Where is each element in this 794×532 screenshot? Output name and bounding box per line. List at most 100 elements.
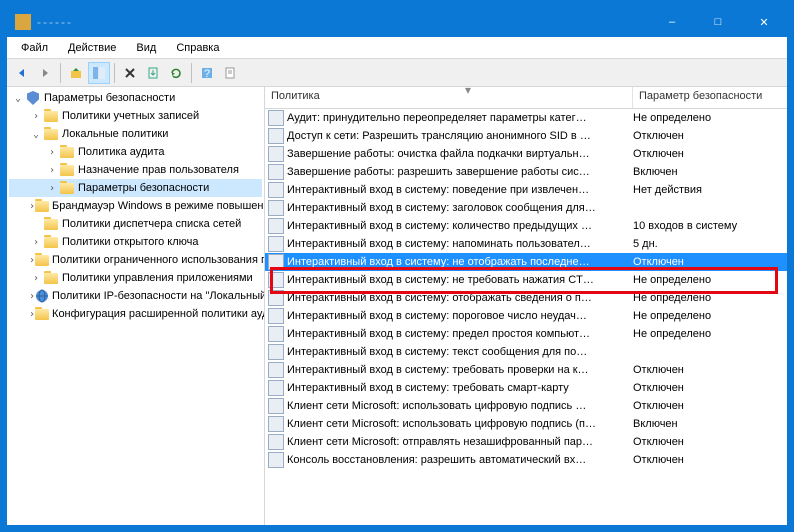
policy-icon [268, 272, 284, 288]
app-window: ------ – □ ✕ Файл Действие Вид Справка ?… [6, 6, 788, 526]
policy-value: 5 дн. [633, 238, 785, 250]
policy-icon [268, 218, 284, 234]
policy-value: Не определено [633, 328, 785, 340]
policy-value: Включен [633, 418, 785, 430]
policy-label: Доступ к сети: Разрешить трансляцию анон… [287, 130, 633, 142]
policy-value: 10 входов в систему [633, 220, 785, 232]
policy-row[interactable]: Клиент сети Microsoft: отправлять незаши… [265, 433, 787, 451]
minimize-button[interactable]: – [649, 7, 695, 37]
tree-item[interactable]: ›Политики открытого ключа [9, 233, 262, 251]
menu-action[interactable]: Действие [58, 39, 126, 57]
policy-label: Интерактивный вход в систему: пороговое … [287, 310, 633, 322]
policy-row[interactable]: Интерактивный вход в систему: отображать… [265, 289, 787, 307]
policy-icon [268, 380, 284, 396]
tree-item[interactable]: ›Назначение прав пользователя [9, 161, 262, 179]
policy-row[interactable]: Клиент сети Microsoft: использовать цифр… [265, 397, 787, 415]
folder-icon [35, 255, 49, 266]
policy-value: Отключен [633, 400, 785, 412]
policy-row[interactable]: Доступ к сети: Разрешить трансляцию анон… [265, 127, 787, 145]
export-button[interactable] [142, 62, 164, 84]
policy-row[interactable]: Консоль восстановления: разрешить автома… [265, 451, 787, 469]
menu-view[interactable]: Вид [126, 39, 166, 57]
forward-button[interactable] [34, 62, 56, 84]
policy-icon [268, 236, 284, 252]
folder-icon [35, 309, 49, 320]
policy-label: Интерактивный вход в систему: количество… [287, 220, 633, 232]
policy-value: Включен [633, 166, 785, 178]
up-button[interactable] [65, 62, 87, 84]
list-body[interactable]: Аудит: принудительно переопределяет пара… [265, 109, 787, 525]
policy-icon [268, 398, 284, 414]
policy-row[interactable]: Завершение работы: разрешить завершение … [265, 163, 787, 181]
policy-label: Интерактивный вход в систему: требовать … [287, 364, 633, 376]
tree-panel[interactable]: ⌄ Параметры безопасности ›Политики учетн… [7, 87, 265, 525]
tree-item[interactable]: ⌄Локальные политики [9, 125, 262, 143]
maximize-button[interactable]: □ [695, 7, 741, 37]
drag-indicator-icon: ▾ [465, 87, 471, 97]
policy-row[interactable]: Аудит: принудительно переопределяет пара… [265, 109, 787, 127]
policy-label: Завершение работы: очистка файла подкачк… [287, 148, 633, 160]
policy-label: Интерактивный вход в систему: предел про… [287, 328, 633, 340]
col-policy[interactable]: Политика [265, 87, 633, 108]
policy-row[interactable]: Интерактивный вход в систему: заголовок … [265, 199, 787, 217]
tree-root[interactable]: ⌄ Параметры безопасности [9, 89, 262, 107]
policy-icon [268, 164, 284, 180]
policy-row[interactable]: Интерактивный вход в систему: напоминать… [265, 235, 787, 253]
policy-row[interactable]: Интерактивный вход в систему: не отображ… [265, 253, 787, 271]
policy-label: Интерактивный вход в систему: напоминать… [287, 238, 633, 250]
tree-label: Политики открытого ключа [62, 236, 198, 248]
list-header: ▾ Политика Параметр безопасности [265, 87, 787, 109]
delete-button[interactable] [119, 62, 141, 84]
tree-label: Брандмауэр Windows в режиме повышенной б… [52, 200, 265, 212]
policy-row[interactable]: Интерактивный вход в систему: текст сооб… [265, 343, 787, 361]
tree-item[interactable]: ›Параметры безопасности [9, 179, 262, 197]
tree-label: Политики диспетчера списка сетей [62, 218, 241, 230]
menu-help[interactable]: Справка [166, 39, 229, 57]
policy-label: Клиент сети Microsoft: отправлять незаши… [287, 436, 633, 448]
tree-item[interactable]: ›Политики IP-безопасности на "Локальный … [9, 287, 262, 305]
policy-value: Не определено [633, 292, 785, 304]
tree-label: Политики ограниченного использования про… [52, 254, 265, 266]
policy-row[interactable]: Интерактивный вход в систему: требовать … [265, 361, 787, 379]
policy-icon [268, 128, 284, 144]
tree-item[interactable]: ›Политики управления приложениями [9, 269, 262, 287]
tree-label: Параметры безопасности [44, 92, 175, 104]
tree-item[interactable]: ›Политика аудита [9, 143, 262, 161]
policy-row[interactable]: Интерактивный вход в систему: поведение … [265, 181, 787, 199]
policy-row[interactable]: Интерактивный вход в систему: требовать … [265, 379, 787, 397]
policy-row[interactable]: Интерактивный вход в систему: не требова… [265, 271, 787, 289]
tree-toggle-button[interactable] [88, 62, 110, 84]
tree-item[interactable]: ›Политики ограниченного использования пр… [9, 251, 262, 269]
tree-item[interactable]: ›Брандмауэр Windows в режиме повышенной … [9, 197, 262, 215]
toolbar-divider [114, 63, 115, 83]
policy-row[interactable]: Интерактивный вход в систему: пороговое … [265, 307, 787, 325]
policy-icon [268, 308, 284, 324]
tree-item[interactable]: ›Политики учетных записей [9, 107, 262, 125]
refresh-button[interactable] [165, 62, 187, 84]
properties-button[interactable] [219, 62, 241, 84]
window-title: ------ [37, 15, 649, 29]
tree-label: Параметры безопасности [78, 182, 209, 194]
tree-item[interactable]: Политики диспетчера списка сетей [9, 215, 262, 233]
policy-label: Интерактивный вход в систему: заголовок … [287, 202, 633, 214]
policy-label: Интерактивный вход в систему: не требова… [287, 274, 633, 286]
policy-row[interactable]: Интерактивный вход в систему: предел про… [265, 325, 787, 343]
policy-value: Отключен [633, 256, 785, 268]
menu-file[interactable]: Файл [11, 39, 58, 57]
folder-icon [44, 237, 58, 248]
close-button[interactable]: ✕ [741, 7, 787, 37]
policy-row[interactable]: Клиент сети Microsoft: использовать цифр… [265, 415, 787, 433]
menubar: Файл Действие Вид Справка [7, 37, 787, 59]
help-button[interactable]: ? [196, 62, 218, 84]
policy-icon [268, 182, 284, 198]
folder-up-icon [69, 66, 83, 80]
folder-icon [60, 147, 74, 158]
policy-row[interactable]: Завершение работы: очистка файла подкачк… [265, 145, 787, 163]
col-value[interactable]: Параметр безопасности [633, 87, 787, 108]
policy-label: Консоль восстановления: разрешить автома… [287, 454, 633, 466]
back-button[interactable] [11, 62, 33, 84]
policy-value: Отключен [633, 454, 785, 466]
policy-label: Завершение работы: разрешить завершение … [287, 166, 633, 178]
policy-row[interactable]: Интерактивный вход в систему: количество… [265, 217, 787, 235]
tree-item[interactable]: ›Конфигурация расширенной политики аудит… [9, 305, 262, 323]
